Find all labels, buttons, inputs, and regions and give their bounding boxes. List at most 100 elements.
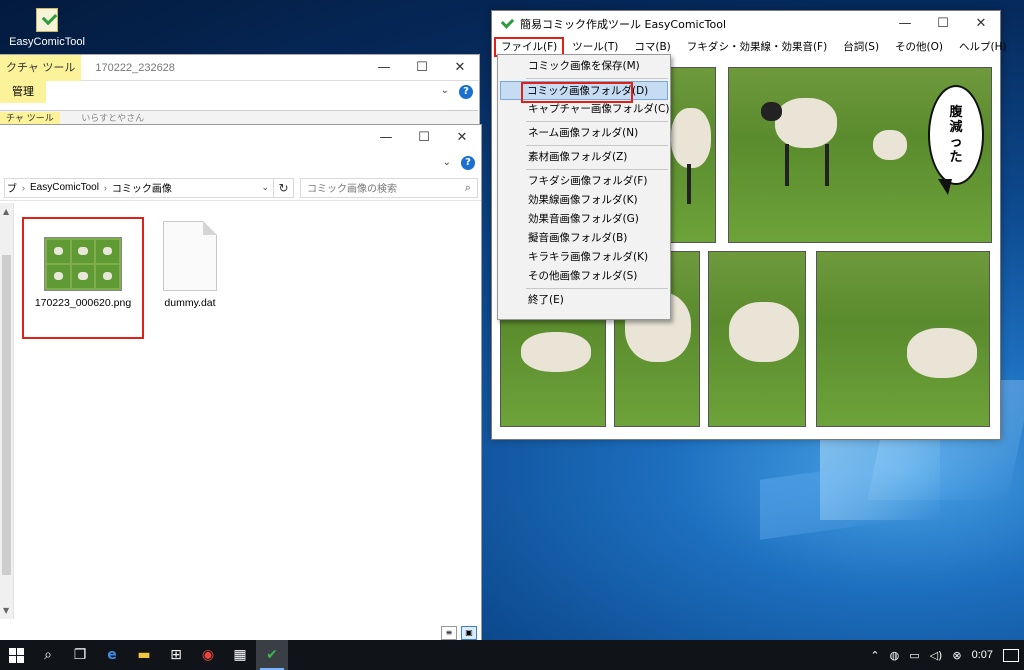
comic-panel[interactable] (816, 251, 990, 427)
start-button[interactable] (0, 640, 32, 670)
menu-item-name-folder[interactable]: ネーム画像フォルダ(N) (498, 124, 670, 143)
file-item-png[interactable]: 170223_000620.png (22, 217, 144, 339)
sheep-leg (785, 144, 789, 186)
menu-help[interactable]: ヘルプ(H) (951, 37, 1015, 57)
windows-logo-icon (8, 647, 24, 663)
chevron-right-icon: › (103, 182, 107, 193)
balloon-char: 腹 (949, 105, 963, 120)
menu-item-effect-sound-folder[interactable]: 効果音画像フォルダ(G) (498, 210, 670, 229)
menu-item-other-folder[interactable]: その他画像フォルダ(S) (498, 267, 670, 286)
refresh-button[interactable]: ↻ (274, 177, 294, 198)
monitor-icon[interactable]: ▭ (909, 649, 919, 662)
store-icon: ⊞ (170, 647, 182, 663)
scroll-down-icon[interactable]: ▼ (3, 606, 9, 615)
balloon-char: た (949, 150, 963, 165)
file-list[interactable]: ▲ ▼ 170223_000620.png dummy.dat (0, 203, 481, 619)
minimize-button[interactable]: — (367, 125, 405, 151)
status-bar: ≡ ▣ (0, 619, 481, 640)
help-icon[interactable]: ? (461, 156, 475, 170)
image-thumbnail (44, 237, 122, 291)
menu-item-effect-line-folder[interactable]: 効果線画像フォルダ(K) (498, 191, 670, 210)
sheep-illustration (729, 302, 799, 362)
breadcrumb-easycomictool[interactable]: EasyComicTool (30, 182, 99, 193)
menu-fukidashi[interactable]: フキダシ・効果線・効果音(F) (679, 37, 835, 57)
taskbar: ⌕ ❐ e ▬ ⊞ ◉ ▦ ✔ ⌃ ◍ ▭ ◁) ⊗ 0:07 (0, 640, 1024, 670)
menu-serif[interactable]: 台詞(S) (835, 37, 887, 57)
breadcrumb-comic-images[interactable]: コミック画像 (112, 180, 172, 195)
close-button[interactable]: ✕ (962, 11, 1000, 37)
address-bar[interactable]: ブ › EasyComicTool › コミック画像 ⌄ (4, 177, 274, 198)
desktop-icon-easycomictool[interactable]: EasyComicTool (8, 6, 86, 48)
explorer-window[interactable]: — ☐ ✕ ⌄ ? ブ › EasyComicTool › コミック画像 ⌄ ↻… (0, 124, 482, 640)
chrome-icon: ◉ (201, 647, 215, 663)
system-tray: ⌃ ◍ ▭ ◁) ⊗ 0:07 (865, 648, 1024, 662)
large-icons-view-button[interactable]: ▣ (461, 626, 477, 640)
file-item-dat[interactable]: dummy.dat (150, 217, 230, 310)
chevron-down-icon[interactable]: ⌄ (441, 85, 449, 96)
menu-item-fukidashi-folder[interactable]: フキダシ画像フォルダ(F) (498, 172, 670, 191)
task-view-icon: ❐ (73, 647, 87, 663)
file-menu-dropdown[interactable]: コミック画像を保存(M) コミック画像フォルダ(D) キャプチャー画像フォルダ(… (497, 54, 671, 320)
menu-item-capture-folder[interactable]: キャプチャー画像フォルダ(C) (498, 100, 670, 119)
menu-separator (526, 145, 668, 146)
breadcrumb-sep: ブ (7, 184, 17, 195)
network-icon[interactable]: ◍ (890, 649, 900, 662)
menu-item-onomatopoeia-folder[interactable]: 擬音画像フォルダ(B) (498, 229, 670, 248)
menu-item-exit[interactable]: 終了(E) (498, 291, 670, 310)
search-input[interactable]: コミック画像の検索 ⌕ (300, 177, 478, 198)
easycomictool-taskbar-button[interactable]: ✔ (256, 640, 288, 670)
status-icon[interactable]: ⊗ (952, 649, 961, 662)
document-icon (163, 221, 217, 291)
maximize-button[interactable]: ☐ (405, 125, 443, 151)
folder-icon: ▬ (137, 647, 151, 663)
menu-item-save-comic[interactable]: コミック画像を保存(M) (498, 57, 670, 76)
minimize-button[interactable]: — (365, 55, 403, 81)
sheep-illustration (521, 332, 591, 372)
file-name: 170223_000620.png (34, 297, 132, 309)
help-icon[interactable]: ? (459, 85, 473, 99)
sheep-leg (825, 144, 829, 186)
search-button[interactable]: ⌕ (32, 640, 64, 670)
scroll-up-icon[interactable]: ▲ (3, 207, 9, 216)
edge-button[interactable]: e (96, 640, 128, 670)
maximize-button[interactable]: ☐ (924, 11, 962, 37)
minimize-button[interactable]: — (886, 11, 924, 37)
menu-other[interactable]: その他(O) (887, 37, 951, 57)
details-view-button[interactable]: ≡ (441, 626, 457, 640)
window-title: 170222_232628 (95, 61, 175, 74)
volume-icon[interactable]: ◁) (930, 649, 943, 662)
menu-item-sparkle-folder[interactable]: キラキラ画像フォルダ(K) (498, 248, 670, 267)
task-view-button[interactable]: ❐ (64, 640, 96, 670)
close-button[interactable]: ✕ (443, 125, 481, 151)
easycomictool-icon: ✔ (266, 647, 278, 663)
chevron-down-icon[interactable]: ⌄ (261, 182, 269, 193)
picture-tools-tab[interactable]: クチャ ツール (0, 54, 82, 81)
scrollbar-thumb[interactable] (2, 255, 11, 575)
clock[interactable]: 0:07 (972, 649, 993, 661)
chrome-button[interactable]: ◉ (192, 640, 224, 670)
menu-item-comic-folder[interactable]: コミック画像フォルダ(D) (500, 81, 668, 103)
menu-item-material-folder[interactable]: 素材画像フォルダ(Z) (498, 148, 670, 167)
wallpaper-light (760, 460, 900, 540)
scrollbar[interactable]: ▲ ▼ (0, 203, 14, 619)
search-icon: ⌕ (44, 647, 52, 663)
desktop-icon-label: EasyComicTool (9, 36, 85, 48)
title-bar: 簡易コミック作成ツール EasyComicTool — ☐ ✕ (492, 11, 1000, 37)
close-button[interactable]: ✕ (441, 55, 479, 81)
store-button[interactable]: ⊞ (160, 640, 192, 670)
easycomictool-icon (36, 8, 58, 32)
maximize-button[interactable]: ☐ (403, 55, 441, 81)
image-app-button[interactable]: ▦ (224, 640, 256, 670)
balloon-tail (938, 179, 952, 195)
comic-panel[interactable] (708, 251, 806, 427)
notification-icon[interactable] (1003, 648, 1019, 662)
chevron-down-icon[interactable]: ⌄ (443, 157, 451, 168)
balloon-char: 減 (949, 120, 963, 135)
file-name: dummy.dat (164, 297, 216, 309)
sheep-leg (687, 164, 691, 204)
chevron-up-icon[interactable]: ⌃ (870, 649, 879, 662)
menu-separator (526, 121, 668, 122)
speech-balloon[interactable]: 腹 減 っ た (928, 85, 984, 185)
file-explorer-button[interactable]: ▬ (128, 640, 160, 670)
manage-tab[interactable]: 管理 (0, 81, 46, 103)
